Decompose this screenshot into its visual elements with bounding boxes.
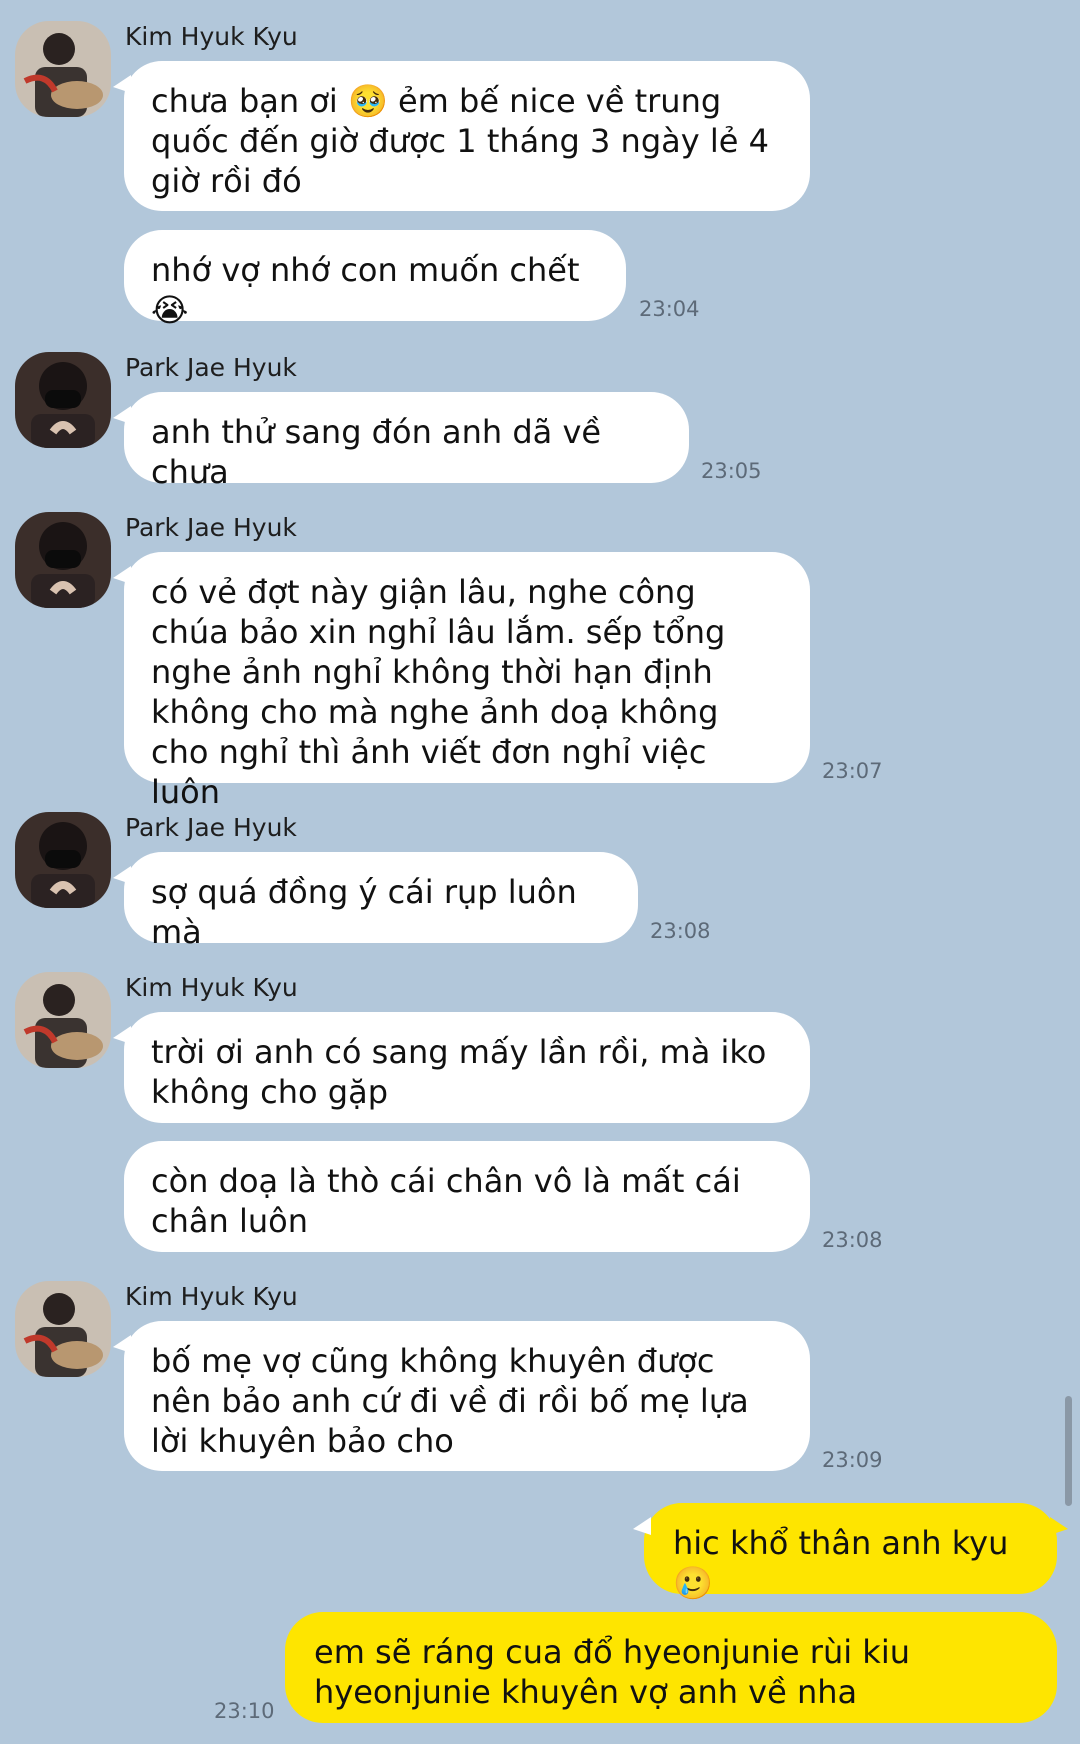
- avatar-park-jae-hyuk[interactable]: [15, 352, 111, 448]
- avatar-kim-hyuk-kyu[interactable]: [15, 972, 111, 1068]
- message-time: 23:05: [701, 459, 762, 483]
- sender-name: Kim Hyuk Kyu: [125, 973, 298, 1002]
- message-time: 23:04: [639, 297, 700, 321]
- message-bubble[interactable]: chưa bạn ơi 🥹 ẻm bế nice về trung quốc đ…: [113, 61, 810, 211]
- avatar-kim-hyuk-kyu[interactable]: [15, 21, 111, 117]
- message-bubble[interactable]: trời ơi anh có sang mấy lần rồi, mà iko …: [113, 1012, 810, 1123]
- message-time: 23:08: [822, 1228, 883, 1252]
- sender-name: Park Jae Hyuk: [125, 813, 297, 842]
- message-bubble[interactable]: anh thử sang đón anh dã về chưa: [113, 392, 689, 491]
- sender-name: Kim Hyuk Kyu: [125, 1282, 298, 1311]
- message-bubble[interactable]: có vẻ đợt này giận lâu, nghe công chúa b…: [113, 552, 810, 811]
- message-time: 23:10: [214, 1699, 275, 1723]
- message-time: 23:09: [822, 1448, 883, 1472]
- avatar-kim-hyuk-kyu[interactable]: [15, 1281, 111, 1377]
- sender-name: Kim Hyuk Kyu: [125, 22, 298, 51]
- message-time: 23:08: [650, 919, 711, 943]
- chat-scrollbar[interactable]: [1065, 1396, 1072, 1506]
- my-message-bubble[interactable]: hic khổ thân anh kyu 🥲: [633, 1503, 1068, 1602]
- avatar-park-jae-hyuk[interactable]: [15, 512, 111, 608]
- message-bubble[interactable]: sợ quá đồng ý cái rụp luôn mà: [113, 852, 638, 951]
- message-bubble[interactable]: còn doạ là thò cái chân vô là mất cái ch…: [124, 1141, 810, 1252]
- message-bubble[interactable]: bố mẹ vợ cũng không khuyên được nên bảo …: [113, 1321, 810, 1471]
- avatar-park-jae-hyuk[interactable]: [15, 812, 111, 908]
- sender-name: Park Jae Hyuk: [125, 353, 297, 382]
- my-message-bubble[interactable]: em sẽ ráng cua đổ hyeonjunie rùi kiu hye…: [285, 1612, 1057, 1723]
- sender-name: Park Jae Hyuk: [125, 513, 297, 542]
- message-time: 23:07: [822, 759, 883, 783]
- message-bubble[interactable]: nhớ vợ nhớ con muốn chết 😭: [124, 230, 626, 329]
